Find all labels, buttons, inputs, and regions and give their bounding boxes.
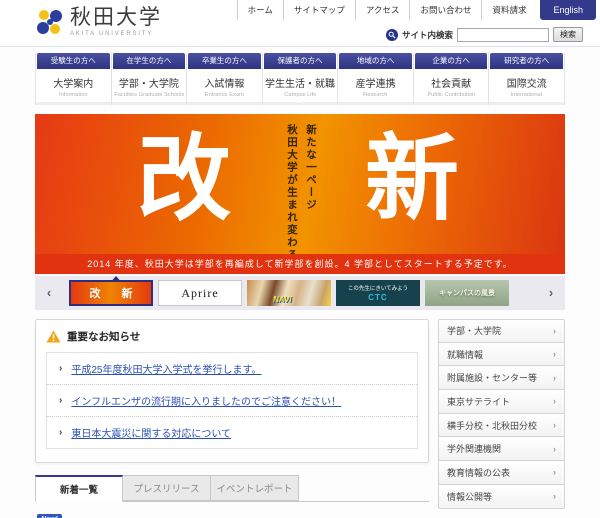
chevron-right-icon: › [553,349,556,360]
nav-col-admissions: 受験生の方へ 大学案内 Information [36,53,112,105]
carousel-thumb-kaishin[interactable]: 改 新 [69,280,153,306]
nav-tab-community[interactable]: 地域の方へ [339,53,412,69]
nav-col-community: 地域の方へ 産学連携 Research [338,53,414,105]
sidebar-item-education-info[interactable]: 教育情報の公表 › [438,461,565,485]
search-icon [385,28,398,41]
utility-nav: ホーム サイトマップ アクセス お問い合わせ 資料請求 English [236,0,596,20]
utility-nav-access[interactable]: アクセス [354,0,410,20]
nav-col-business: 企業の方へ 社会貢献 Public Contribution [413,53,490,105]
logo-subtitle: AKITA UNIVERSITY [70,31,154,37]
chevron-right-icon: › [553,396,556,407]
nav-item-university-guide[interactable]: 大学案内 Information [36,69,111,105]
nav-item-contribution[interactable]: 社会貢献 Public Contribution [413,69,489,105]
sidebar-item-faculties[interactable]: 学部・大学院 › [438,319,565,343]
banner-carousel: ‹ 改 新 Aprire NAVI この先生にきいてみよう CTC キャンパスの… [35,276,565,310]
utility-nav-sitemap[interactable]: サイトマップ [282,0,355,20]
english-button[interactable]: English [540,0,596,20]
nav-item-entrance-exam[interactable]: 入試情報 Entrance Exam [187,69,262,105]
news-list: New! 平成24年度評価センターFD/SDシンポジウムを開催しました。 New… [35,502,429,518]
notice-link-earthquake[interactable]: 東日本大震災に関する対応について [71,425,231,440]
chevron-right-icon: › [59,427,63,438]
chevron-right-icon: › [553,491,556,502]
notice-row: › 平成25年度秋田大学入学式を挙行します。 [47,353,417,385]
nav-tab-researchers[interactable]: 研究者の方へ [490,53,564,69]
site-header: 秋田大学 AKITA UNIVERSITY ホーム サイトマップ アクセス お問… [0,0,600,47]
carousel-thumb-aprire[interactable]: Aprire [158,280,242,306]
nav-tab-current[interactable]: 在学生の方へ [112,53,186,69]
notice-row: › インフルエンザの流行期に入りましたのでご注意ください！ [47,385,417,417]
nav-item-international[interactable]: 国際交流 International [489,69,565,105]
news-row: New! 平成24年度評価センターFD/SDシンポジウムを開催しました。 [35,506,429,518]
warning-icon [46,330,61,343]
notice-link-entrance-ceremony[interactable]: 平成25年度秋田大学入学式を挙行します。 [71,361,261,376]
carousel-next-button[interactable]: › [543,276,559,310]
main-navigation: 受験生の方へ 大学案内 Information 在学生の方へ 学部・大学院 Fa… [35,53,566,105]
sidebar-item-info-disclosure[interactable]: 情報公開等 › [438,484,565,509]
nav-tab-business[interactable]: 企業の方へ [414,53,488,69]
nav-col-parents: 保護者の方へ 学生生活・就職 Campus Life [262,53,339,105]
nav-tab-parents[interactable]: 保護者の方へ [263,53,337,69]
nav-item-research[interactable]: 産学連携 Research [338,69,413,105]
sidebar-item-branch-schools[interactable]: 横手分校・北秋田分校 › [438,413,565,438]
utility-nav-home[interactable]: ホーム [236,0,283,20]
nav-col-alumni: 卒業生の方へ 入試情報 Entrance Exam [187,53,263,105]
carousel-thumb-ctc[interactable]: この先生にきいてみよう CTC [336,280,420,306]
university-logo-icon [37,10,62,34]
hero-banner[interactable]: 改 新 新たな一ページ 秋田大学が生まれ変わる 2014 年度、秋田大学は学部を… [35,114,565,274]
notice-row: › 東日本大震災に関する対応について [47,417,417,448]
sidebar-item-tokyo-satellite[interactable]: 東京サテライト › [438,390,565,414]
chevron-right-icon: › [553,420,556,431]
notices-title: 重要なお知らせ [67,331,141,343]
tab-event-reports[interactable]: イベントレポート [211,475,299,501]
utility-nav-contact[interactable]: お問い合わせ [409,0,481,20]
tab-new-arrivals[interactable]: 新着一覧 [35,475,123,502]
sidebar-item-facilities[interactable]: 附属施設・センター等 › [438,366,565,391]
nav-item-faculties[interactable]: 学部・大学院 Faculties Graduate Schools [111,69,187,105]
carousel-thumb-navi[interactable]: NAVI [247,280,331,306]
search-label: サイト内検索 [401,29,453,40]
hero-vertical-tagline: 新たな一ページ 秋田大学が生まれ変わる [286,124,317,262]
carousel-prev-button[interactable]: ‹ [41,276,57,310]
site-search-input[interactable] [457,27,549,42]
chevron-right-icon: › [59,363,63,374]
sidebar-item-external-orgs[interactable]: 学外関連機関 › [438,437,565,462]
important-notices-panel: 重要なお知らせ › 平成25年度秋田大学入学式を挙行します。 › インフルエンザ… [35,319,429,463]
hero-character-shin: 新 [365,126,460,231]
hero-character-kai: 改 [137,126,232,231]
new-badge: New! [37,514,62,518]
logo-title: 秋田大学 [70,5,162,29]
chevron-right-icon: › [553,467,556,478]
nav-col-researchers: 研究者の方へ 国際交流 International [489,53,566,105]
nav-col-students: 在学生の方へ 学部・大学院 Faculties Graduate Schools [111,53,188,105]
chevron-right-icon: › [553,443,556,454]
site-search: サイト内検索 検索 [385,27,583,42]
hero-caption: 2014 年度、秋田大学は学部を再編成して新学部を創設。4 学部としてスタートす… [35,254,565,274]
carousel-thumb-campus[interactable]: キャンパスの風景 [425,280,509,306]
nav-item-campus-life[interactable]: 学生生活・就職 Campus Life [262,69,338,105]
sidebar-item-employment[interactable]: 就職情報 › [438,342,565,367]
chevron-right-icon: › [59,395,63,406]
search-button[interactable]: 検索 [553,27,583,42]
chevron-right-icon: › [553,325,556,336]
nav-tab-alumni[interactable]: 卒業生の方へ [188,53,261,69]
utility-nav-materials[interactable]: 資料請求 [481,0,536,20]
chevron-right-icon: › [553,372,556,383]
nav-tab-prospective[interactable]: 受験生の方へ [37,53,110,69]
quick-links-sidebar: 学部・大学院 › 就職情報 › 附属施設・センター等 › 東京サテライト › 横… [438,319,565,518]
university-logo[interactable]: 秋田大学 AKITA UNIVERSITY [35,7,162,37]
news-tabs: 新着一覧 プレスリリース イベントレポート [35,475,429,502]
notice-link-influenza[interactable]: インフルエンザの流行期に入りましたのでご注意ください！ [71,393,341,408]
tab-press-releases[interactable]: プレスリリース [123,475,211,501]
